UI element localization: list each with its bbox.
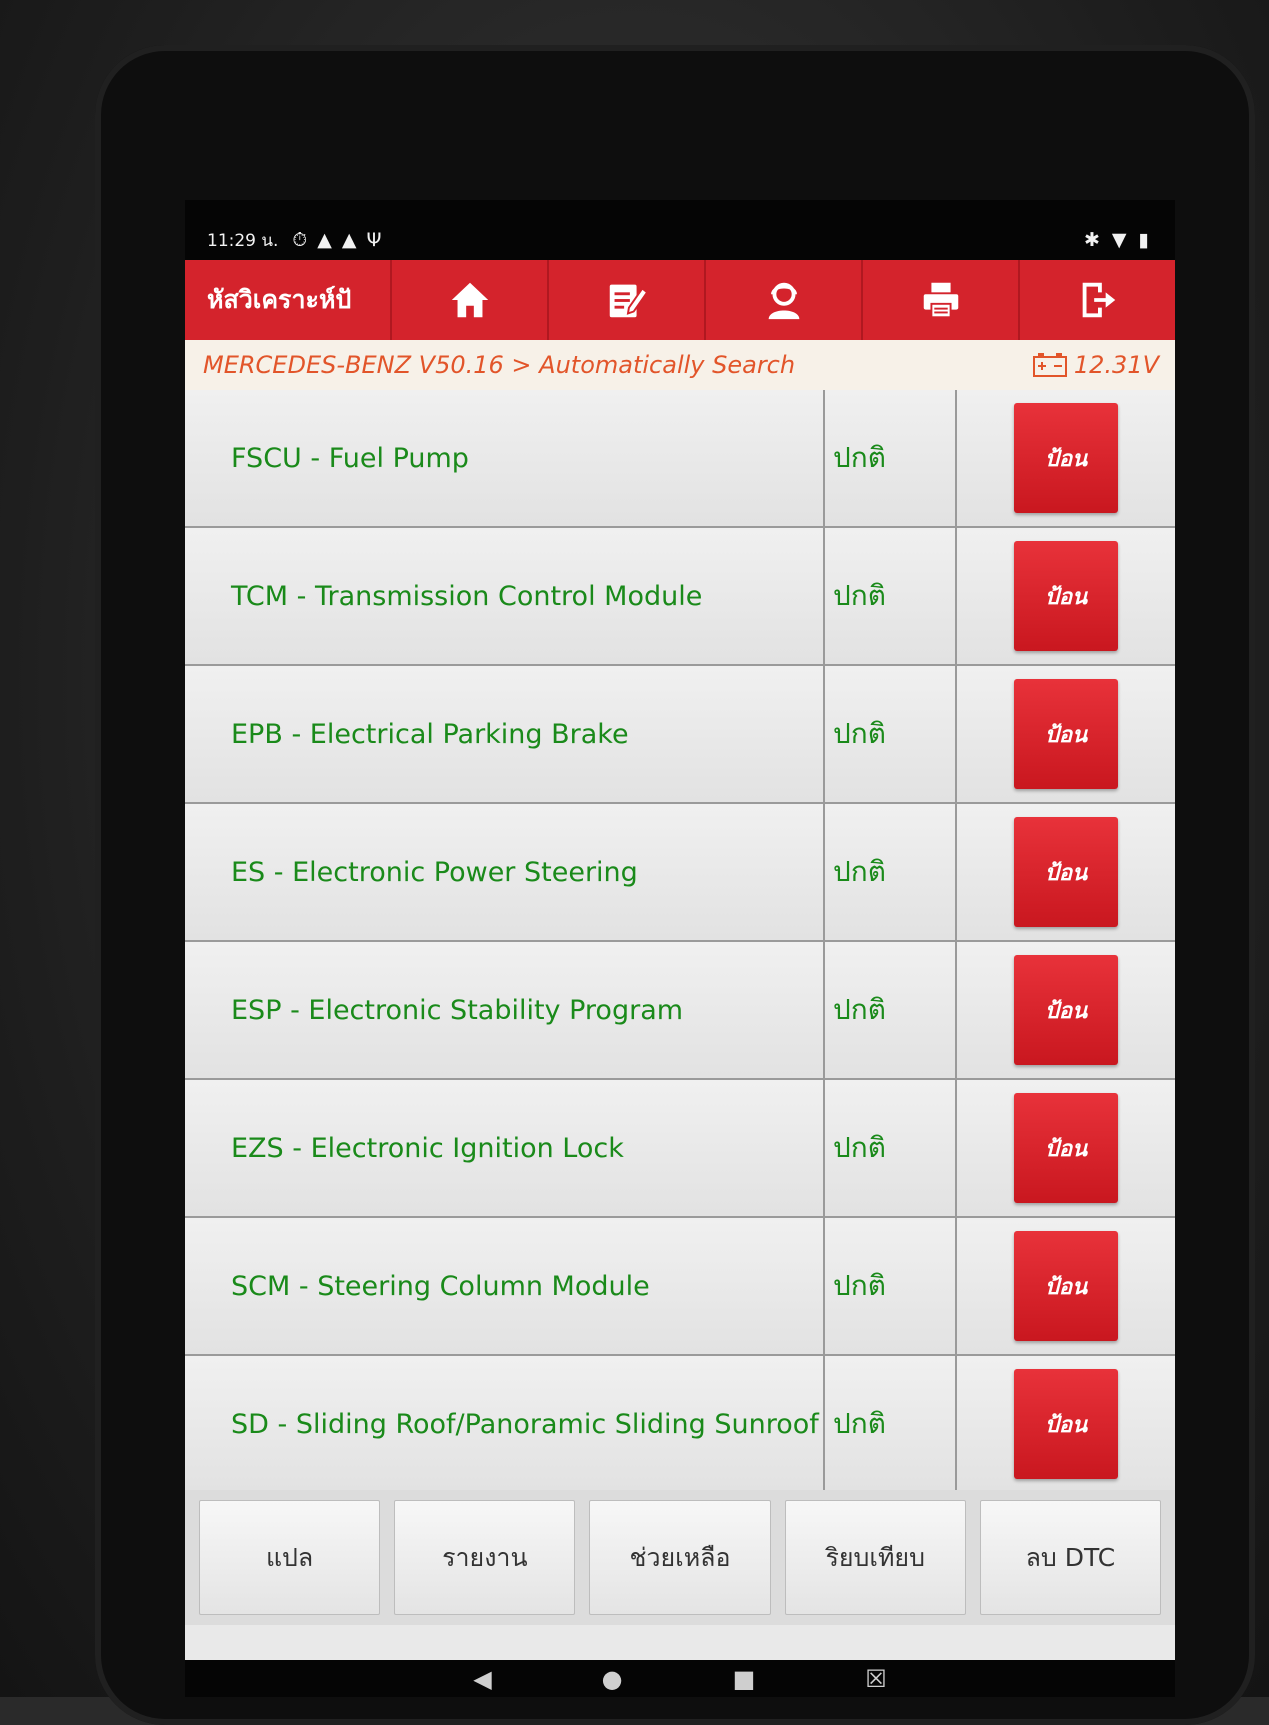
clear-dtc-button[interactable]: ลบ DTC [979, 1500, 1162, 1615]
android-nav-bar: ◀ ● ■ ☒ [185, 1660, 1175, 1697]
battery-voltage: 12.31V [1032, 351, 1159, 379]
module-name: TCM - Transmission Control Module [185, 528, 825, 664]
bluetooth-icon: ✱ [1083, 229, 1100, 251]
breadcrumb-path: MERCEDES-BENZ V50.16 > Automatically Sea… [203, 351, 796, 379]
back-icon[interactable]: ◀ [473, 1665, 491, 1693]
enter-module-button[interactable]: ป้อน [1014, 1231, 1118, 1341]
module-name: ES - Electronic Power Steering [185, 804, 825, 940]
breadcrumb: MERCEDES-BENZ V50.16 > Automatically Sea… [185, 340, 1175, 391]
edit-report-button[interactable] [547, 260, 704, 340]
warning-icon: ▲ [317, 229, 332, 251]
usb-icon: Ψ [366, 229, 382, 251]
exit-icon [1082, 282, 1115, 318]
table-row: ES - Electronic Power Steering ปกติ ป้อน [185, 804, 1175, 942]
battery-icon: ▮ [1138, 229, 1149, 251]
home-button[interactable] [390, 260, 547, 340]
exit-button[interactable] [1018, 260, 1175, 340]
print-button[interactable] [861, 260, 1018, 340]
module-name: FSCU - Fuel Pump [185, 390, 825, 526]
status-bar: 11:29 น. ⏱ ▲ ▲ Ψ ✱ ▼ ▮ [185, 220, 1175, 260]
module-status: ปกติ [825, 528, 957, 664]
recents-icon[interactable]: ■ [733, 1665, 756, 1693]
table-row: EZS - Electronic Ignition Lock ปกติ ป้อน [185, 1080, 1175, 1218]
table-row: EPB - Electrical Parking Brake ปกติ ป้อน [185, 666, 1175, 804]
status-time: 11:29 น. [207, 230, 279, 251]
home-icon [451, 282, 488, 318]
status-icons-right: ✱ ▼ ▮ [1084, 229, 1149, 251]
module-status: ปกติ [825, 942, 957, 1078]
battery-voltage-icon [1032, 353, 1067, 377]
compare-button[interactable]: ริยบเทียบ [784, 1500, 966, 1615]
module-name: EPB - Electrical Parking Brake [185, 666, 825, 802]
bottom-action-bar: แปล รายงาน ช่วยเหลือ ริยบเทียบ ลบ DTC [185, 1490, 1175, 1625]
print-icon [923, 282, 958, 319]
module-status: ปกติ [825, 1218, 957, 1354]
screen: 11:29 น. ⏱ ▲ ▲ Ψ ✱ ▼ ▮ หัสวิเคราะห์ปั ME… [185, 200, 1175, 1697]
table-row: SD - Sliding Roof/Panoramic Sliding Sunr… [185, 1356, 1175, 1494]
module-status: ปกติ [825, 1356, 957, 1492]
module-name: ESP - Electronic Stability Program [185, 942, 825, 1078]
home-nav-icon[interactable]: ● [602, 1665, 623, 1693]
top-toolbar: หัสวิเคราะห์ปั [185, 260, 1175, 340]
module-list: FSCU - Fuel Pump ปกติ ป้อน TCM - Transmi… [185, 390, 1175, 1494]
report-button[interactable]: รายงาน [394, 1500, 576, 1615]
enter-module-button[interactable]: ป้อน [1014, 955, 1118, 1065]
alarm-icon: ⏱ [292, 229, 308, 251]
wifi-icon: ▼ [1111, 229, 1127, 251]
voltage-value: 12.31V [1073, 351, 1159, 379]
table-row: ESP - Electronic Stability Program ปกติ … [185, 942, 1175, 1080]
diagnostic-app: หัสวิเคราะห์ปั MERCEDES-BENZ V50.16 > Au… [185, 260, 1175, 1660]
enter-module-button[interactable]: ป้อน [1014, 679, 1118, 789]
screenshot-icon[interactable]: ☒ [865, 1665, 887, 1693]
module-status: ปกติ [825, 390, 957, 526]
enter-module-button[interactable]: ป้อน [1014, 1369, 1118, 1479]
enter-module-button[interactable]: ป้อน [1014, 1093, 1118, 1203]
table-row: TCM - Transmission Control Module ปกติ ป… [185, 528, 1175, 666]
warning-icon: ▲ [341, 229, 357, 251]
enter-module-button[interactable]: ป้อน [1014, 403, 1118, 513]
translate-button[interactable]: แปล [199, 1500, 381, 1615]
table-row: SCM - Steering Column Module ปกติ ป้อน [185, 1218, 1175, 1356]
edit-report-icon [609, 284, 648, 318]
module-status: ปกติ [825, 1080, 957, 1216]
enter-module-button[interactable]: ป้อน [1014, 817, 1118, 927]
module-name: SCM - Steering Column Module [185, 1218, 825, 1354]
module-status: ปกติ [825, 666, 957, 802]
support-button[interactable] [704, 260, 861, 340]
module-name: EZS - Electronic Ignition Lock [185, 1080, 825, 1216]
table-row: FSCU - Fuel Pump ปกติ ป้อน [185, 390, 1175, 528]
toolbar-title: หัสวิเคราะห์ปั [207, 285, 352, 314]
module-name: SD - Sliding Roof/Panoramic Sliding Sunr… [185, 1356, 825, 1492]
support-icon [768, 282, 799, 320]
device-case: 11:29 น. ⏱ ▲ ▲ Ψ ✱ ▼ ▮ หัสวิเคราะห์ปั ME… [0, 0, 1269, 1725]
module-status: ปกติ [825, 804, 957, 940]
enter-module-button[interactable]: ป้อน [1014, 541, 1118, 651]
help-button[interactable]: ช่วยเหลือ [589, 1500, 771, 1615]
